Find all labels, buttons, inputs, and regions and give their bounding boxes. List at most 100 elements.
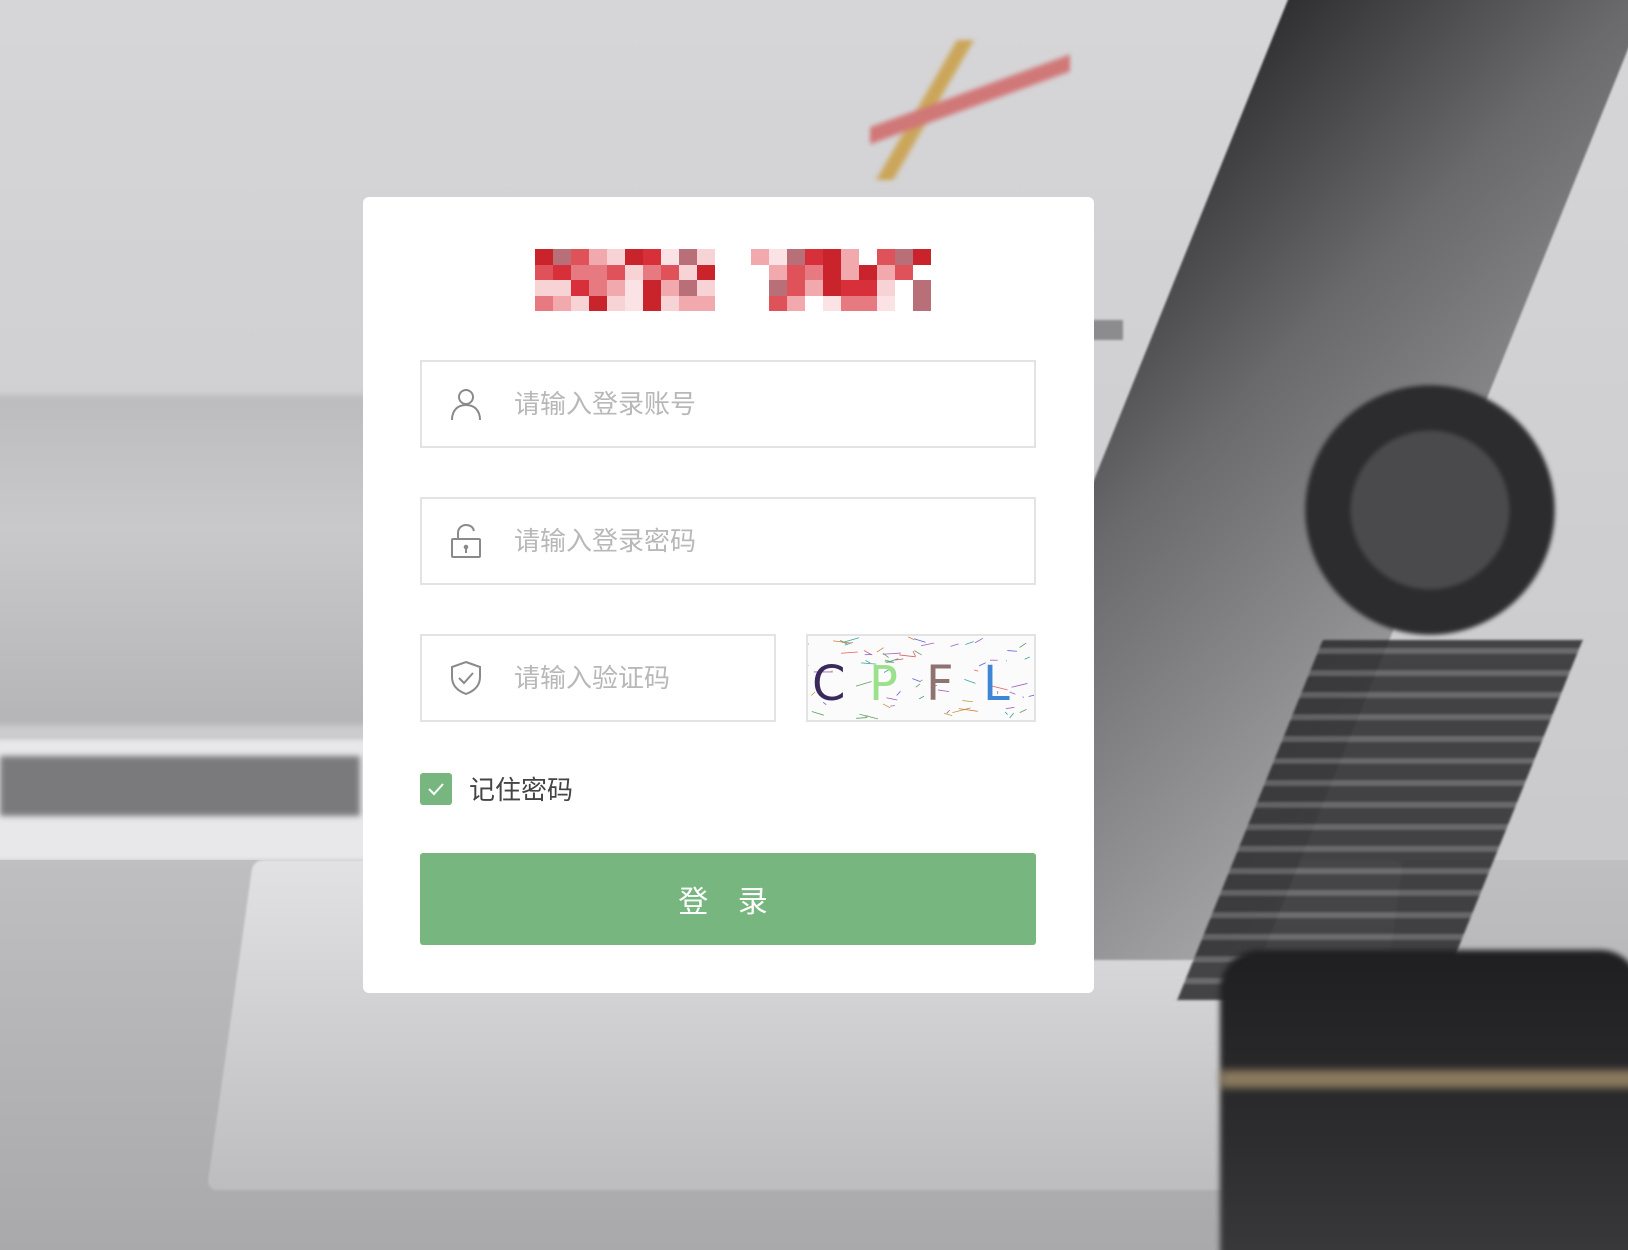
logo-pixel (643, 264, 661, 280)
captcha-noise-line (915, 683, 921, 688)
logo-pixel (823, 249, 841, 265)
logo-pixel (625, 249, 643, 265)
background-books (0, 395, 380, 725)
logo-pixel (643, 280, 661, 296)
captcha-image[interactable]: CPFL (806, 634, 1036, 722)
logo-pixel (643, 249, 661, 265)
logo-pixel (805, 295, 823, 311)
logo-pixel (787, 264, 805, 280)
captcha-noise-line (1024, 656, 1031, 660)
logo-pixel (553, 264, 571, 280)
password-field[interactable] (420, 497, 1036, 585)
logo-pixel (895, 249, 913, 265)
username-field[interactable] (420, 360, 1036, 448)
background-tablet (0, 740, 380, 860)
logo-pixel (751, 280, 769, 296)
logo (535, 249, 931, 311)
logo-pixel (571, 280, 589, 296)
logo-pixel (859, 264, 877, 280)
captcha-field[interactable] (420, 634, 776, 722)
captcha-noise-line (882, 652, 901, 655)
logo-pixel (661, 280, 679, 296)
captcha-noise-line (920, 679, 923, 681)
logo-pixel (877, 264, 895, 280)
logo-pixel (697, 280, 715, 296)
logo-pixel (679, 295, 697, 311)
logo-pixel (697, 249, 715, 265)
captcha-noise-line (950, 643, 959, 647)
password-input[interactable] (512, 499, 1016, 585)
logo-pixel (769, 280, 787, 296)
logo-pixel (859, 280, 877, 296)
logo-pixel (859, 295, 877, 311)
captcha-noise-line (1028, 694, 1034, 697)
captcha-input[interactable] (512, 636, 766, 722)
captcha-noise-line (974, 669, 979, 672)
logo-pixel (751, 249, 769, 265)
captcha-noise-line (919, 695, 925, 700)
logo-pixel (697, 264, 715, 280)
captcha-char: C (812, 656, 846, 712)
logo-pixel (589, 264, 607, 280)
logo-pixel (769, 249, 787, 265)
logo-pixel (823, 280, 841, 296)
logo-pixel (787, 295, 805, 311)
logo-pixel (535, 249, 553, 265)
captcha-noise-line (1004, 711, 1008, 715)
logo-pixel (751, 295, 769, 311)
logo-pixel (769, 295, 787, 311)
background-mug (1220, 950, 1628, 1250)
logo-pixel (589, 280, 607, 296)
logo-pixel (805, 249, 823, 265)
captcha-noise-line (1022, 696, 1024, 698)
logo-pixel (625, 295, 643, 311)
logo-pixel (679, 249, 697, 265)
logo-pixel (787, 249, 805, 265)
logo-pixel (877, 295, 895, 311)
captcha-noise-line (1011, 683, 1028, 688)
captcha-noise-line (964, 678, 976, 684)
logo-pixel (535, 295, 553, 311)
logo-pixel (625, 280, 643, 296)
captcha-noise-line (912, 678, 921, 683)
logo-pixel (661, 264, 679, 280)
logo-pixel (805, 264, 823, 280)
captcha-noise-line (943, 712, 953, 717)
lock-icon (448, 523, 484, 559)
login-button[interactable]: 登 录 (420, 853, 1036, 945)
logo-pixel (877, 249, 895, 265)
remember-checkbox[interactable] (420, 772, 452, 805)
logo-pixel (913, 295, 931, 311)
logo-pixel (751, 264, 769, 280)
logo-pixel (571, 264, 589, 280)
captcha-noise-line (912, 651, 916, 657)
logo-pixel (625, 264, 643, 280)
logo-pixel (895, 295, 913, 311)
captcha-noise-line (1009, 691, 1016, 695)
logo-pixel (841, 264, 859, 280)
captcha-noise-line (811, 711, 824, 716)
username-input[interactable] (512, 362, 1016, 448)
captcha-noise-line (876, 647, 884, 653)
logo-pixel (589, 295, 607, 311)
logo-pixel (607, 264, 625, 280)
logo-pixel (679, 280, 697, 296)
background-headphones (1300, 350, 1560, 670)
captcha-char: L (983, 656, 1010, 712)
captcha-noise-line (856, 717, 868, 719)
remember-password[interactable]: 记住密码 (420, 770, 573, 807)
logo-pixel (697, 295, 715, 311)
captcha-noise-line (1007, 650, 1018, 652)
logo-pixel (877, 280, 895, 296)
logo-pixel (607, 280, 625, 296)
captcha-char: P (869, 656, 898, 712)
captcha-noise-line (908, 636, 915, 641)
logo-pixel (823, 295, 841, 311)
captcha-noise-line (974, 637, 984, 644)
remember-label: 记住密码 (469, 776, 574, 806)
login-card: CPFL 记住密码 登 录 (363, 197, 1094, 993)
logo-pixel (661, 249, 679, 265)
logo-pixel (535, 280, 553, 296)
logo-pixel (607, 295, 625, 311)
logo-pixel (643, 295, 661, 311)
